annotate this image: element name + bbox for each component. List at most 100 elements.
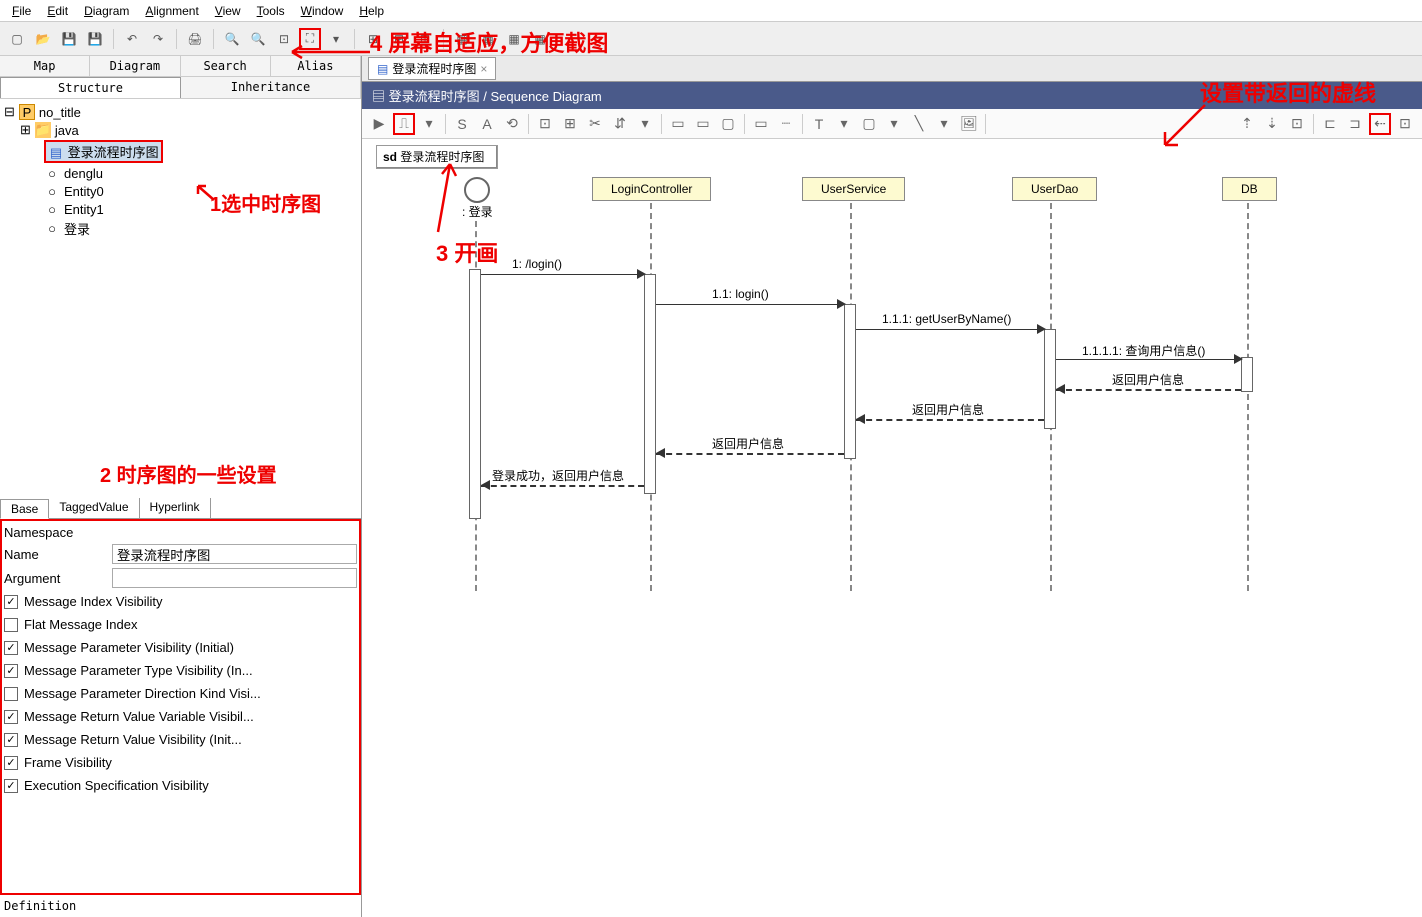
tab-structure[interactable]: Structure — [0, 77, 181, 98]
menu-view[interactable]: View — [207, 2, 249, 20]
dropdown-icon[interactable]: ▾ — [833, 113, 855, 135]
new-icon[interactable]: ▢ — [6, 28, 28, 50]
tool-icon[interactable]: ⊡ — [534, 113, 556, 135]
tree-login[interactable]: ○ 登录 — [4, 218, 357, 239]
menu-alignment[interactable]: Alignment — [137, 2, 206, 20]
tool-icon[interactable]: ⊡ — [1286, 113, 1308, 135]
save-icon[interactable]: 💾 — [58, 28, 80, 50]
tool-icon[interactable]: ⇣ — [1261, 113, 1283, 135]
expand-icon[interactable]: ⊟ — [4, 104, 15, 120]
check-label: Message Return Value Visibility (Init... — [24, 732, 242, 747]
check-label: Flat Message Index — [24, 617, 137, 632]
tool-icon[interactable]: ▭ — [750, 113, 772, 135]
dropdown-icon[interactable]: ▾ — [933, 113, 955, 135]
image-icon[interactable]: 🖼 — [958, 113, 980, 135]
checkbox[interactable]: ✓ — [4, 733, 18, 747]
project-tree[interactable]: ⊟ P no_title ⊞ 📁 java ▤ 登录流程时序图 ○ denglu — [0, 99, 361, 469]
checkbox[interactable]: ✓ — [4, 641, 18, 655]
tool-icon[interactable]: ⊏ — [1319, 113, 1341, 135]
expand-icon[interactable]: ⊞ — [20, 122, 31, 138]
activation — [844, 304, 856, 459]
open-icon[interactable]: 📂 — [32, 28, 54, 50]
diagram-toolbar: ▶ ⎍ ▾ S A ⟲ ⊡ ⊞ ✂ ⇵ ▾ ▭ ▭ ▢ ▭ ┈ T ▾ ▢ ▾ … — [362, 109, 1422, 139]
menu-window[interactable]: Window — [293, 2, 352, 20]
checkbox[interactable]: ✓ — [4, 779, 18, 793]
dropdown-icon[interactable]: ▾ — [634, 113, 656, 135]
print-icon[interactable]: 🖨 — [184, 28, 206, 50]
editor-panel: ▤ 登录流程时序图 × ▤ 登录流程时序图 / Sequence Diagram… — [362, 56, 1422, 917]
lifeline-userdao[interactable]: UserDao — [1012, 177, 1097, 201]
menu-help[interactable]: Help — [351, 2, 392, 20]
return-arrow — [656, 453, 844, 455]
rect-icon[interactable]: ▢ — [858, 113, 880, 135]
tool-icon[interactable]: ⊐ — [1344, 113, 1366, 135]
redo-icon[interactable]: ↷ — [147, 28, 169, 50]
tree-java[interactable]: ⊞ 📁 java — [4, 121, 357, 139]
async-msg-icon[interactable]: A — [476, 113, 498, 135]
checkbox[interactable]: ✓ — [4, 595, 18, 609]
tab-diagram[interactable]: Diagram — [90, 56, 180, 76]
annotation-1: 1选中时序图 — [210, 188, 321, 217]
properties-panel: Namespace Name Argument ✓Message Index V… — [0, 519, 361, 895]
lifeline-logincontroller[interactable]: LoginController — [592, 177, 711, 201]
return-arrow — [481, 485, 644, 487]
left-tabs-row2: Structure Inheritance — [0, 77, 361, 99]
menu-diagram[interactable]: Diagram — [76, 2, 137, 20]
actor-label: : 登录 — [462, 203, 493, 220]
checkbox[interactable]: ✓ — [4, 710, 18, 724]
lifeline-db[interactable]: DB — [1222, 177, 1277, 201]
zoomin-icon[interactable]: 🔍 — [221, 28, 243, 50]
dropdown-icon[interactable]: ▾ — [883, 113, 905, 135]
undo-icon[interactable]: ↶ — [121, 28, 143, 50]
seq-diagram-icon: ▤ — [372, 89, 385, 104]
msg-label: 1.1.1: getUserByName() — [882, 312, 1011, 326]
tool-icon[interactable]: ▭ — [667, 113, 689, 135]
tool-icon[interactable]: ▭ — [692, 113, 714, 135]
reply-message-icon[interactable]: ⇠ — [1369, 113, 1391, 135]
menu-file[interactable]: FFileile — [4, 2, 39, 20]
editor-tab[interactable]: ▤ 登录流程时序图 × — [368, 57, 496, 80]
left-panel: Map Diagram Search Alias Structure Inher… — [0, 56, 362, 917]
checkbox[interactable] — [4, 618, 18, 632]
tree-sequence-diagram[interactable]: ▤ 登录流程时序图 — [4, 139, 357, 164]
tab-inheritance[interactable]: Inheritance — [181, 77, 361, 98]
argument-input[interactable] — [112, 568, 357, 588]
seq-diagram-icon: ▤ — [48, 145, 64, 161]
tool-icon[interactable]: ⇡ — [1236, 113, 1258, 135]
tab-taggedvalue[interactable]: TaggedValue — [49, 498, 139, 518]
annotation-5: 设置带返回的虚线 — [1200, 80, 1376, 109]
lifeline-userservice[interactable]: UserService — [802, 177, 905, 201]
line-icon[interactable]: ╲ — [908, 113, 930, 135]
tool-icon[interactable]: ⟲ — [501, 113, 523, 135]
sync-msg-icon[interactable]: S — [451, 113, 473, 135]
close-icon[interactable]: × — [480, 62, 487, 76]
diagram-canvas[interactable]: sd 登录流程时序图 : 登录 LoginController UserServ… — [362, 139, 1422, 917]
lifeline-tool-icon[interactable]: ⎍ — [393, 113, 415, 135]
text-icon[interactable]: T — [808, 113, 830, 135]
tool-icon[interactable]: ⇵ — [609, 113, 631, 135]
separator — [113, 29, 114, 49]
tab-search[interactable]: Search — [181, 56, 271, 76]
tool-icon[interactable]: ▢ — [717, 113, 739, 135]
tree-denglu[interactable]: ○ denglu — [4, 164, 357, 182]
checkbox[interactable] — [4, 687, 18, 701]
tab-hyperlink[interactable]: Hyperlink — [140, 498, 211, 518]
actor-login[interactable]: : 登录 — [462, 177, 493, 220]
tab-map[interactable]: Map — [0, 56, 90, 76]
tool-icon[interactable]: ┈ — [775, 113, 797, 135]
tab-base[interactable]: Base — [0, 499, 49, 519]
saveall-icon[interactable]: 💾 — [84, 28, 106, 50]
checkbox[interactable]: ✓ — [4, 756, 18, 770]
menu-tools[interactable]: Tools — [249, 2, 293, 20]
checkbox[interactable]: ✓ — [4, 664, 18, 678]
tool-icon[interactable]: ⊞ — [559, 113, 581, 135]
name-input[interactable] — [112, 544, 357, 564]
pointer-icon[interactable]: ▶ — [368, 113, 390, 135]
menu-edit[interactable]: Edit — [39, 2, 76, 20]
zoomout-icon[interactable]: 🔍 — [247, 28, 269, 50]
tool-icon[interactable]: ✂ — [584, 113, 606, 135]
tool-icon[interactable]: ⊡ — [1394, 113, 1416, 135]
tree-root[interactable]: ⊟ P no_title — [4, 103, 357, 121]
dropdown-icon[interactable]: ▾ — [418, 113, 440, 135]
activation — [1044, 329, 1056, 429]
